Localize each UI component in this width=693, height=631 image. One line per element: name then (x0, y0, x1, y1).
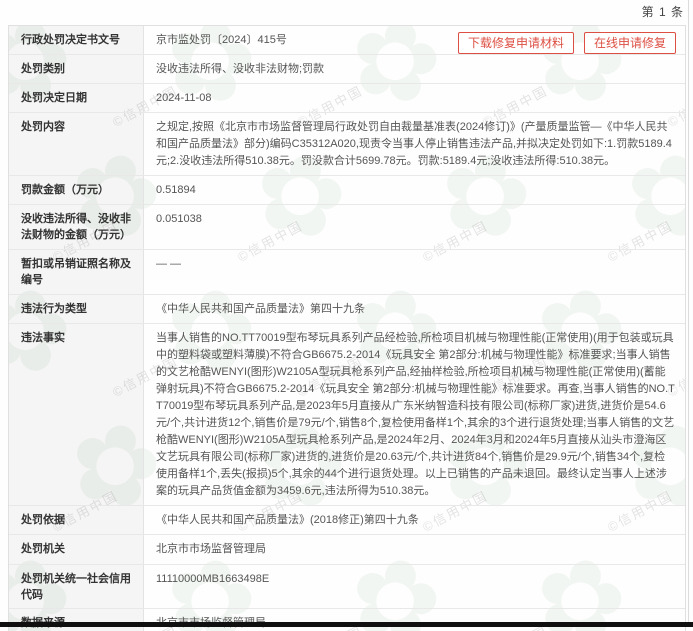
row-label: 罚款金额（万元） (9, 176, 144, 204)
table-row: 违法行为类型 《中华人民共和国产品质量法》第四十九条 (9, 295, 685, 324)
row-label: 处罚类别 (9, 55, 144, 83)
row-value: 北京市市场监督管理局 (156, 543, 266, 555)
row-value: 2024-11-08 (156, 92, 212, 104)
row-value: 0.51894 (156, 184, 196, 196)
row-label: 违法事实 (9, 324, 144, 505)
bottom-frame-bar (0, 622, 693, 627)
row-value: 当事人销售的NO.TT70019型布琴玩具系列产品经检验,所检项目机械与物理性能… (156, 332, 675, 497)
row-value: 《中华人民共和国产品质量法》(2018修正)第四十九条 (156, 514, 419, 526)
table-row: 违法事实 当事人销售的NO.TT70019型布琴玩具系列产品经检验,所检项目机械与… (9, 324, 685, 506)
row-label: 数据来源 (9, 609, 144, 631)
online-repair-apply-button[interactable]: 在线申请修复 (583, 32, 676, 54)
row-label: 处罚决定日期 (9, 84, 144, 112)
row-label: 处罚机关统一社会信用代码 (9, 565, 144, 608)
row-value: 北京市市场监督管理局 (144, 609, 685, 631)
row-label: 没收违法所得、没收非法财物的金额（万元） (9, 205, 144, 249)
repair-actions: 下载修复申请材料 在线申请修复 (457, 32, 676, 54)
table-row: 暂扣或吊销证照名称及编号 — — (9, 250, 685, 295)
table-row: 处罚机关 北京市市场监督管理局 (9, 535, 685, 565)
table-row: 处罚决定日期 2024-11-08 (9, 84, 685, 113)
table-row: 罚款金额（万元） 0.51894 (9, 176, 685, 205)
row-value: 《中华人民共和国产品质量法》第四十九条 (156, 303, 365, 315)
table-row: 处罚类别 没收违法所得、没收非法财物;罚款 (9, 55, 685, 84)
download-repair-material-button[interactable]: 下载修复申请材料 (457, 32, 574, 54)
row-value: 之规定,按照《北京市市场监督管理局行政处罚自由裁量基准表(2024修订)》(产量… (156, 121, 672, 167)
row-value: — — (156, 258, 182, 270)
penalty-detail-page: 第 1 条 ✿ ©信用中国 ✿ ©信用中国 ✿ ©信用中国 ✿ ©信用中国 ✿ ©信用中国 ✿ ©信用… (0, 0, 693, 631)
table-row: 处罚内容 之规定,按照《北京市市场监督管理局行政处罚自由裁量基准表(2024修订)… (9, 113, 685, 176)
table-row: 处罚机关统一社会信用代码 11110000MB1663498E (9, 565, 685, 609)
row-label: 处罚依据 (9, 506, 144, 534)
row-value: 0.051038 (156, 213, 202, 225)
row-value: 11110000MB1663498E (156, 573, 270, 585)
row-label: 处罚机关 (9, 535, 144, 564)
row-label: 处罚内容 (9, 113, 144, 175)
table-row: 处罚依据 《中华人民共和国产品质量法》(2018修正)第四十九条 (9, 506, 685, 535)
table-row: 没收违法所得、没收非法财物的金额（万元） 0.051038 (9, 205, 685, 250)
row-value: 没收违法所得、没收非法财物;罚款 (156, 63, 325, 75)
row-label: 暂扣或吊销证照名称及编号 (9, 250, 144, 294)
row-label: 违法行为类型 (9, 295, 144, 323)
penalty-table: ✿ ©信用中国 ✿ ©信用中国 ✿ ©信用中国 ✿ ©信用中国 ✿ ©信用中国 ✿ ©信用中国 ✿ ©信用… (8, 25, 686, 631)
right-edge-divider (688, 0, 689, 622)
table-row: 数据来源北京市市场监督管理局 (9, 609, 685, 631)
row-label: 行政处罚决定书文号 (9, 26, 144, 54)
record-counter: 第 1 条 (641, 5, 684, 19)
